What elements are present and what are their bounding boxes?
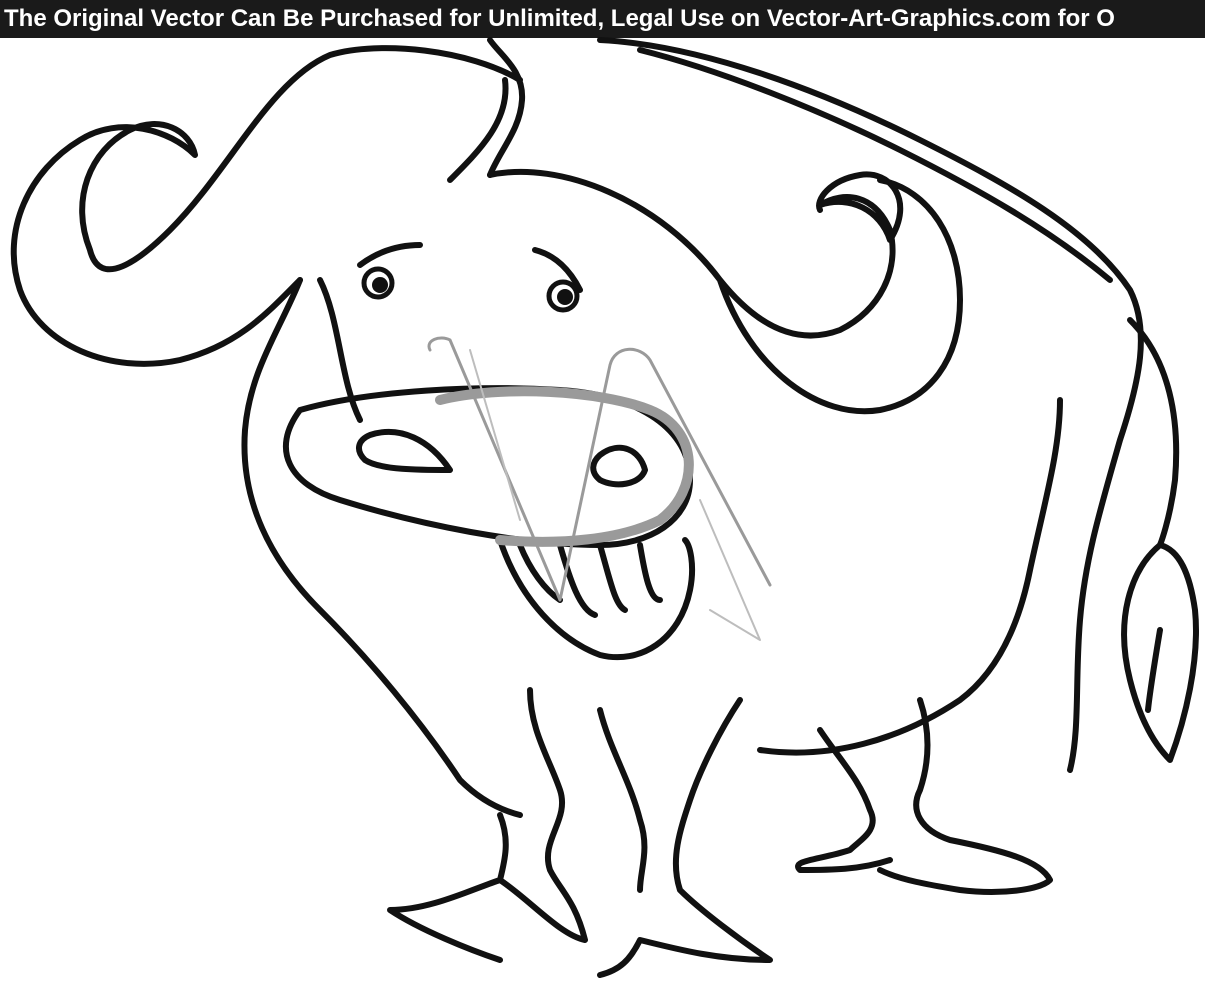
buffalo-body: [597, 37, 1144, 773]
right-nostril: [590, 444, 648, 488]
left-horn: [10, 45, 523, 367]
tail: [1127, 317, 1180, 548]
left-eyebrow: [357, 242, 423, 268]
front-right-leg: [597, 697, 773, 978]
left-nostril: [356, 428, 453, 473]
tail-tuft: [1121, 542, 1199, 763]
head-tuft: [447, 37, 526, 183]
right-eye: [546, 279, 580, 313]
front-left-leg: [387, 687, 588, 963]
buffalo-head: [241, 277, 523, 818]
buffalo-illustration: [10, 37, 1199, 978]
left-eye: [361, 266, 395, 300]
va-watermark-logo: [427, 336, 772, 641]
buffalo-back: [637, 47, 1113, 283]
